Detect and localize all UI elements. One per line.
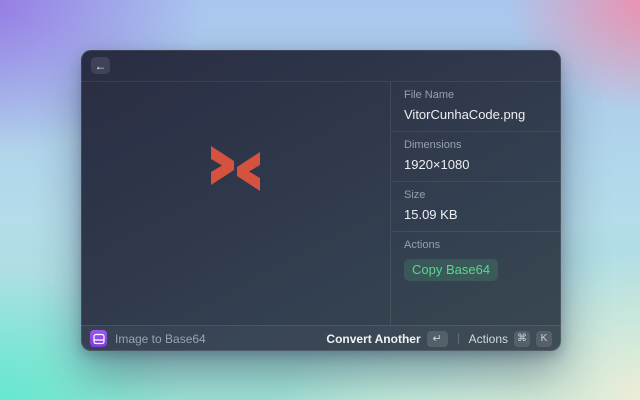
app-window: ← File Name VitorCunhaCode.png Dimension…: [81, 50, 561, 351]
footer-bar: Image to Base64 Convert Another ↵ Action…: [81, 325, 561, 351]
logo-left-chevron: [211, 146, 234, 185]
desktop-background: ← File Name VitorCunhaCode.png Dimension…: [0, 0, 640, 400]
footer-actions: Convert Another ↵ Actions ⌘ K: [326, 330, 552, 347]
k-key-icon[interactable]: K: [536, 330, 552, 347]
actions-menu-button[interactable]: Actions: [469, 332, 508, 346]
detail-label: File Name: [404, 89, 455, 101]
image-icon: [92, 333, 105, 344]
metadata-panel: File Name VitorCunhaCode.png Dimensions …: [390, 82, 561, 325]
copy-base64-button[interactable]: Copy Base64: [404, 259, 499, 281]
command-title: Image to Base64: [115, 331, 206, 346]
actions-section-label: Actions: [404, 239, 441, 251]
detail-row-file-name: File Name VitorCunhaCode.png: [391, 82, 561, 131]
detail-row-size: Size 15.09 KB: [391, 181, 561, 231]
convert-another-button[interactable]: Convert Another: [326, 332, 420, 346]
back-arrow-icon: ←: [94, 58, 107, 73]
preview-x-logo-image: [211, 146, 260, 191]
image-to-base64-app-icon: [90, 330, 107, 347]
logo-right-chevron: [237, 152, 260, 191]
detail-row-actions: Actions Copy Base64: [391, 231, 561, 290]
main-content: File Name VitorCunhaCode.png Dimensions …: [81, 82, 561, 325]
detail-label: Dimensions: [404, 139, 462, 151]
command-key-icon[interactable]: ⌘: [514, 330, 530, 347]
detail-row-dimensions: Dimensions 1920×1080: [391, 131, 561, 181]
detail-value: 15.09 KB: [404, 207, 458, 222]
return-key-icon[interactable]: ↵: [426, 330, 448, 347]
detail-value: VitorCunhaCode.png: [404, 107, 526, 122]
detail-value: 1920×1080: [404, 157, 470, 172]
footer-divider: [457, 333, 459, 344]
image-preview-panel: [81, 82, 390, 325]
back-button[interactable]: ←: [91, 57, 110, 74]
detail-label: Size: [404, 189, 426, 201]
window-header: ←: [81, 50, 561, 82]
